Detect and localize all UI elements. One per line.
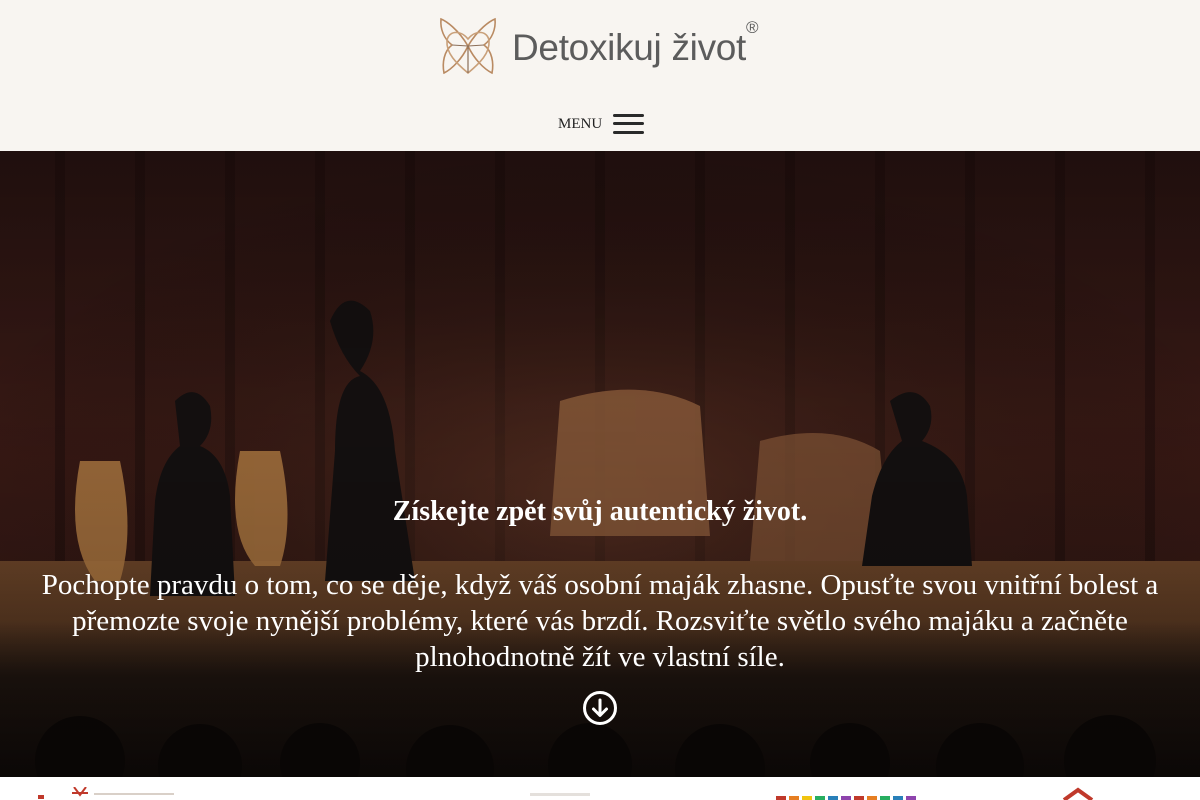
menu-toggle-button[interactable]: MENU: [558, 110, 645, 138]
menu-label: MENU: [558, 115, 603, 132]
hero-section: Získejte zpět svůj autentický život. Poc…: [0, 151, 1200, 777]
partner-logo-3[interactable]: [776, 787, 918, 800]
partner-logo-1[interactable]: [36, 787, 176, 800]
hero-description: Pochopte pravdu o tom, co se děje, když …: [41, 569, 1159, 673]
scroll-down-button[interactable]: [582, 690, 618, 726]
hero-dark-overlay: [0, 151, 1200, 777]
site-header: Detoxikuj život ® MENU: [0, 0, 1200, 151]
partner-logo-2[interactable]: [530, 787, 590, 800]
butterfly-heart-logo-icon: [440, 17, 496, 75]
hero-title: Získejte zpět svůj autentický život.: [392, 496, 808, 527]
arrow-down-circle-icon: [583, 691, 617, 725]
registered-mark: ®: [746, 18, 759, 37]
partner-logo-4[interactable]: [1062, 787, 1102, 800]
site-logo[interactable]: Detoxikuj život ®: [438, 14, 768, 78]
partners-strip: [0, 777, 1200, 800]
hamburger-icon: [613, 113, 645, 135]
site-logo-text: Detoxikuj život: [512, 27, 747, 68]
